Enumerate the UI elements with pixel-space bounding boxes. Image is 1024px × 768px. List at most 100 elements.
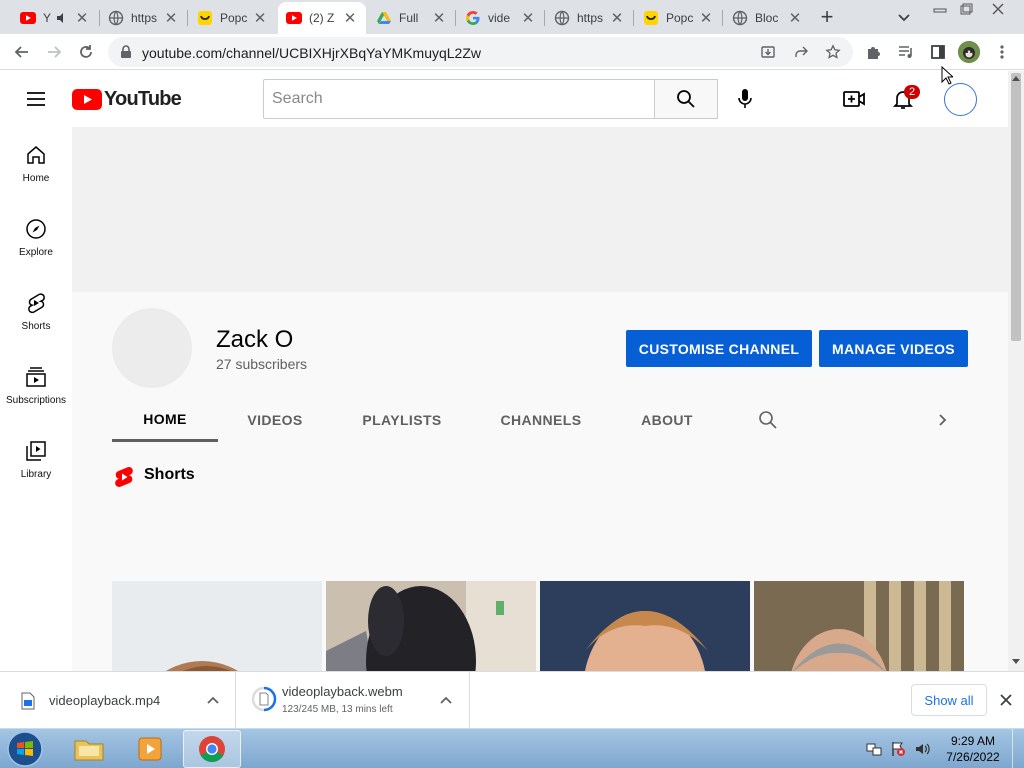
customise-channel-button[interactable]: CUSTOMISE CHANNEL [626, 330, 812, 367]
google-icon [465, 10, 481, 26]
tab-home[interactable]: HOME [112, 398, 218, 442]
browser-tab[interactable]: https ✕ [100, 2, 187, 34]
minimize-window-icon[interactable] [926, 0, 954, 18]
browser-toolbar: youtube.com/channel/UCBIXHjrXBqYaYMKmuyq… [0, 34, 1024, 70]
short-thumbnail[interactable] [754, 581, 964, 671]
voice-search-mic-icon[interactable] [729, 83, 761, 115]
search-input[interactable] [264, 80, 655, 118]
home-icon [27, 146, 45, 164]
search-icon [677, 90, 695, 108]
url-text[interactable]: youtube.com/channel/UCBIXHjrXBqYaYMKmuyq… [142, 45, 481, 61]
show-all-downloads-button[interactable]: Show all [911, 684, 987, 716]
chevron-up-icon[interactable] [438, 693, 454, 709]
guide-item-home[interactable]: Home [0, 127, 72, 201]
channel-search-icon[interactable] [758, 410, 778, 430]
tab-videos[interactable]: VIDEOS [222, 398, 328, 442]
tab-title: Full [399, 11, 419, 25]
short-thumbnail[interactable] [540, 581, 750, 671]
browser-tab[interactable]: Popc ✕ [635, 2, 722, 34]
show-desktop-button[interactable] [1012, 729, 1024, 768]
browser-tab[interactable]: vide ✕ [457, 2, 544, 34]
close-tab-icon[interactable]: ✕ [252, 10, 268, 27]
scrollbar-thumb[interactable] [1011, 73, 1021, 341]
forward-arrow-icon[interactable] [42, 40, 66, 64]
taskbar-media-player[interactable] [121, 730, 179, 768]
action-center-flag-icon[interactable] [890, 741, 906, 757]
share-icon[interactable] [791, 42, 811, 62]
subscriber-count: 27 subscribers [216, 356, 308, 372]
lock-icon[interactable] [120, 45, 132, 64]
scroll-down-arrow-icon[interactable] [1012, 659, 1020, 665]
volume-icon[interactable] [914, 741, 930, 757]
tab-search-chevron-icon[interactable] [894, 7, 914, 27]
address-bar[interactable]: youtube.com/channel/UCBIXHjrXBqYaYMKmuyq… [108, 37, 853, 67]
back-arrow-icon[interactable] [10, 40, 34, 64]
windows-start-orb-icon [7, 731, 43, 767]
taskbar-file-explorer[interactable] [60, 730, 118, 768]
tab-separator [633, 10, 634, 26]
close-tab-icon[interactable]: ✕ [520, 10, 536, 27]
tab-playlists[interactable]: PLAYLISTS [346, 398, 458, 442]
clock-time: 9:29 AM [950, 734, 996, 748]
start-button[interactable] [4, 730, 46, 768]
notification-count-badge[interactable]: 2 [904, 85, 920, 99]
close-tab-icon[interactable]: ✕ [431, 10, 447, 27]
taskbar-chrome[interactable] [183, 730, 241, 768]
download-item[interactable]: videoplayback.webm 123/245 MB, 13 mins l… [237, 672, 470, 728]
browser-tab[interactable]: https ✕ [546, 2, 633, 34]
side-panel-icon[interactable] [926, 40, 950, 64]
browser-tab[interactable]: Y ✕ [12, 2, 98, 34]
account-avatar[interactable] [944, 83, 977, 116]
system-clock[interactable]: 9:29 AM 7/26/2022 [936, 733, 1010, 765]
speaker-muted-icon[interactable] [54, 10, 70, 26]
short-thumbnail[interactable] [326, 581, 536, 671]
guide-item-shorts[interactable]: Shorts [0, 275, 72, 349]
chevron-up-icon[interactable] [205, 693, 221, 709]
browser-tab[interactable]: Popc ✕ [189, 2, 276, 34]
reload-icon[interactable] [74, 40, 98, 64]
guide-item-library[interactable]: Library [0, 423, 72, 497]
media-control-icon[interactable] [894, 40, 918, 64]
tab-title: Popc [666, 11, 694, 25]
create-video-icon[interactable] [842, 87, 866, 111]
close-tab-icon[interactable]: ✕ [342, 10, 358, 27]
new-tab-button[interactable]: + [815, 4, 839, 29]
channel-avatar [112, 308, 192, 388]
tab-about[interactable]: ABOUT [614, 398, 720, 442]
close-tab-icon[interactable]: ✕ [163, 10, 179, 27]
bookmark-star-icon[interactable] [823, 42, 843, 62]
close-downloads-icon[interactable] [997, 691, 1015, 709]
scroll-up-arrow-icon[interactable] [1012, 75, 1020, 81]
chrome-menu-icon[interactable] [990, 40, 1014, 64]
restore-window-icon[interactable] [952, 0, 980, 18]
youtube-page: YouTube 2 Home Explore Shorts Subscripti… [0, 71, 1008, 671]
vertical-scrollbar[interactable] [1008, 71, 1024, 671]
close-tab-icon[interactable]: ✕ [787, 10, 803, 27]
tabs-chevron-right-icon[interactable] [932, 410, 952, 430]
tab-channels[interactable]: CHANNELS [488, 398, 594, 442]
browser-tab-active[interactable]: (2) Z ✕ [278, 2, 366, 34]
profile-avatar[interactable] [958, 41, 980, 63]
download-filename: videoplayback.mp4 [49, 693, 161, 708]
close-window-icon[interactable] [984, 0, 1012, 18]
search-button[interactable] [654, 79, 718, 119]
search-box[interactable] [263, 79, 655, 119]
browser-tab[interactable]: Bloc ✕ [724, 2, 811, 34]
short-thumbnail[interactable] [112, 581, 322, 671]
install-app-icon[interactable] [758, 42, 778, 62]
browser-tab[interactable]: Full ✕ [368, 2, 455, 34]
download-item[interactable]: videoplayback.mp4 [0, 672, 236, 728]
extensions-puzzle-icon[interactable] [862, 40, 886, 64]
close-tab-icon[interactable]: ✕ [609, 10, 625, 27]
tab-separator [455, 10, 456, 26]
close-tab-icon[interactable]: ✕ [74, 10, 90, 27]
guide-item-subscriptions[interactable]: Subscriptions [0, 349, 72, 423]
network-icon[interactable] [866, 741, 882, 757]
guide-item-explore[interactable]: Explore [0, 201, 72, 275]
guide-label: Library [20, 469, 52, 480]
tab-title: vide [488, 11, 511, 25]
close-tab-icon[interactable]: ✕ [698, 10, 714, 27]
youtube-logo[interactable]: YouTube [72, 88, 182, 110]
manage-videos-button[interactable]: MANAGE VIDEOS [819, 330, 968, 367]
hamburger-menu-icon[interactable] [24, 87, 48, 111]
